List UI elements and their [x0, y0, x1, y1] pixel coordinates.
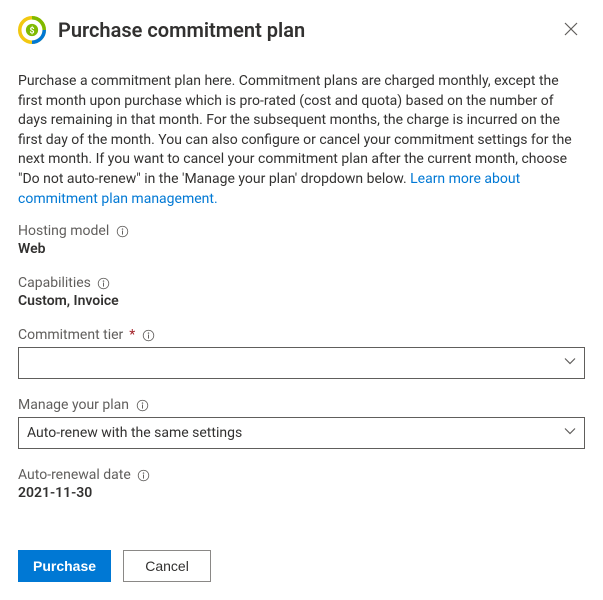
close-icon [564, 22, 578, 39]
app-icon: $ [18, 16, 46, 44]
hosting-model-field: Hosting model Web [18, 223, 585, 257]
close-button[interactable] [557, 16, 585, 44]
manage-plan-select[interactable]: Auto-renew with the same settings [18, 417, 585, 449]
auto-renewal-date-field: Auto-renewal date 2021-11-30 [18, 467, 585, 501]
description-text: Purchase a commitment plan here. Commitm… [18, 73, 572, 187]
cancel-button[interactable]: Cancel [123, 550, 211, 582]
purchase-button[interactable]: Purchase [18, 550, 111, 582]
info-icon[interactable] [97, 276, 111, 290]
commitment-tier-select[interactable] [18, 347, 585, 379]
svg-text:$: $ [29, 26, 34, 37]
required-marker: * [129, 327, 135, 343]
capabilities-value: Custom, Invoice [18, 293, 585, 309]
capabilities-field: Capabilities Custom, Invoice [18, 275, 585, 309]
manage-plan-selected: Auto-renew with the same settings [27, 425, 242, 441]
manage-plan-label: Manage your plan [18, 397, 129, 413]
info-icon[interactable] [135, 398, 149, 412]
panel-footer: Purchase Cancel [18, 550, 211, 582]
hosting-model-value: Web [18, 241, 585, 257]
auto-renewal-date-label: Auto-renewal date [18, 467, 131, 483]
info-icon[interactable] [141, 328, 155, 342]
info-icon[interactable] [137, 468, 151, 482]
panel-header: $ Purchase commitment plan [18, 16, 585, 44]
purchase-commitment-panel: $ Purchase commitment plan Purchase a co… [0, 0, 603, 600]
commitment-tier-label: Commitment tier [18, 327, 123, 343]
chevron-down-icon [564, 355, 576, 371]
auto-renewal-date-value: 2021-11-30 [18, 485, 585, 501]
panel-title: Purchase commitment plan [58, 18, 545, 42]
capabilities-label: Capabilities [18, 275, 91, 291]
commitment-tier-field: Commitment tier * [18, 327, 585, 379]
chevron-down-icon [564, 425, 576, 441]
manage-plan-field: Manage your plan Auto-renew with the sam… [18, 397, 585, 449]
panel-description: Purchase a commitment plan here. Commitm… [18, 72, 585, 209]
hosting-model-label: Hosting model [18, 223, 109, 239]
info-icon[interactable] [115, 224, 129, 238]
